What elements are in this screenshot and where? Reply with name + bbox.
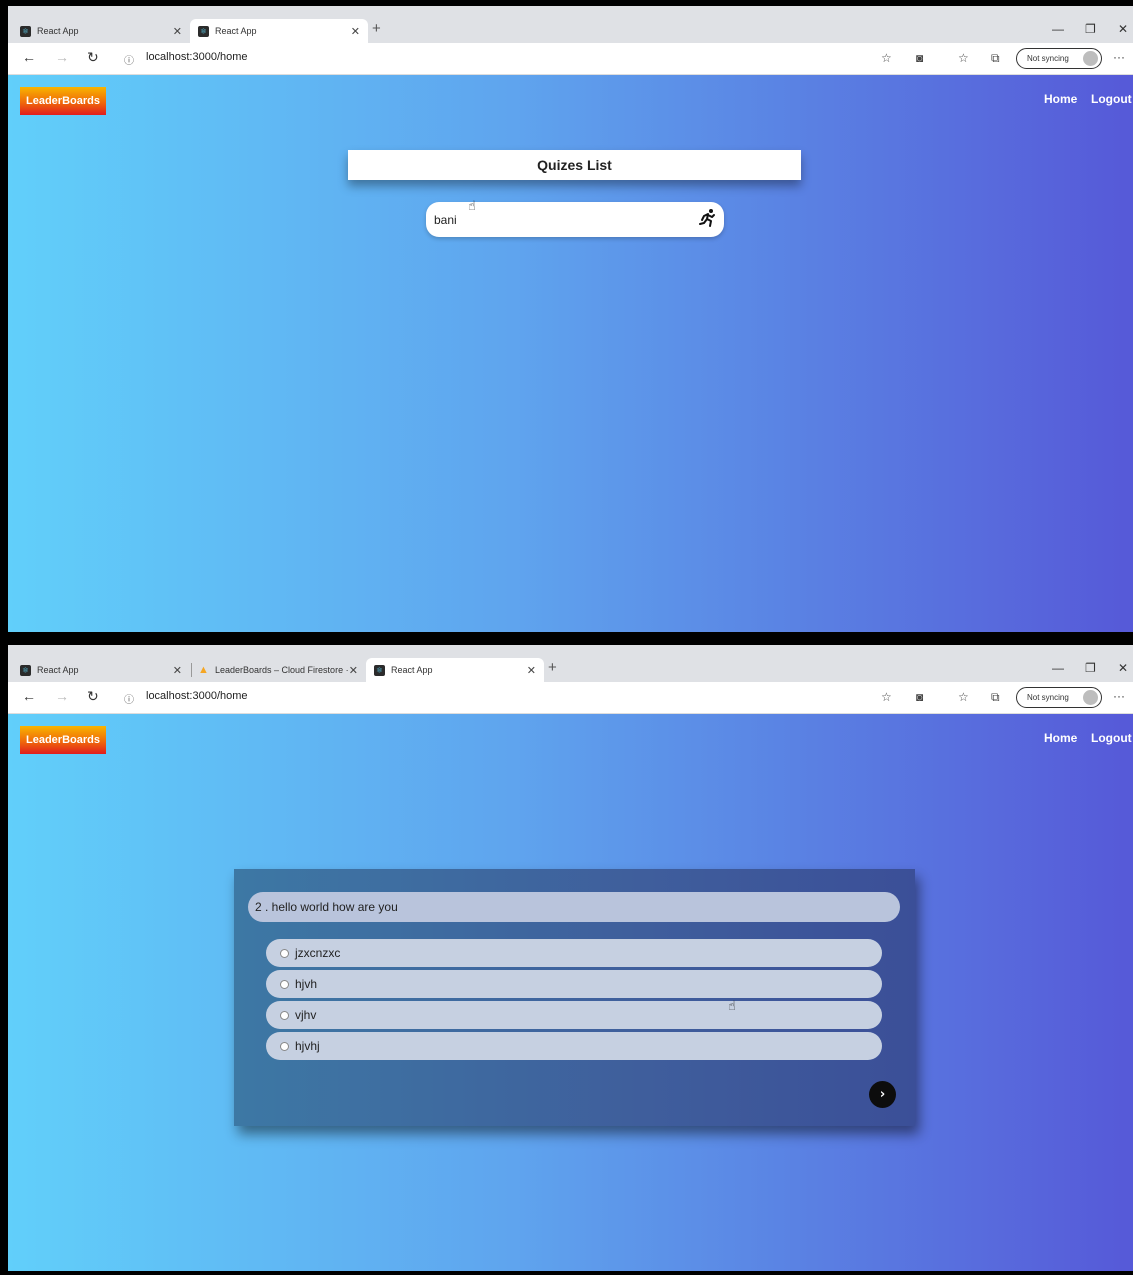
screenshot-icon[interactable]: ◙ [916, 51, 923, 65]
option-label: jzxcnzxc [295, 946, 341, 960]
tab-react-app-active[interactable]: ⚛ React App ✕ [366, 658, 544, 682]
tab-strip: ⚛ React App ✕ ⚛ React App ✕ + — ❐ ✕ [8, 6, 1133, 43]
nav-home-link[interactable]: Home [1044, 731, 1077, 745]
firebase-favicon-icon: ▲ [198, 664, 209, 676]
answer-option[interactable]: vjhv [266, 1001, 882, 1029]
radio-button[interactable] [280, 1041, 289, 1051]
answer-option[interactable]: jzxcnzxc [266, 939, 882, 967]
app-logo[interactable]: LeaderBoards [20, 87, 106, 115]
question-text: 2 . hello world how are you [248, 892, 900, 922]
profile-avatar-icon [1083, 51, 1098, 66]
minimize-icon[interactable]: — [1052, 661, 1064, 675]
option-label: hjvhj [295, 1039, 320, 1053]
tab-label: React App [215, 26, 257, 36]
chevron-right-icon: › [879, 1087, 886, 1102]
forward-icon[interactable]: → [55, 49, 69, 65]
screenshot-icon[interactable]: ◙ [916, 690, 923, 704]
close-window-icon[interactable]: ✕ [1118, 22, 1128, 36]
option-label: vjhv [295, 1008, 317, 1022]
nav-logout-link[interactable]: Logout [1091, 92, 1132, 106]
app-logo[interactable]: LeaderBoards [20, 726, 106, 754]
quiz-list-title: Quizes List [348, 150, 801, 180]
favorites-list-icon[interactable]: ☆ [958, 51, 969, 65]
back-icon[interactable]: ← [22, 688, 36, 704]
collections-icon[interactable]: ⧉ [991, 690, 1000, 705]
tab-label: React App [37, 26, 79, 36]
react-favicon-icon: ⚛ [20, 664, 31, 676]
address-bar: ← → ↻ ⓘ localhost:3000/home ☆ ◙ ☆ ⧉ Not … [8, 43, 1133, 75]
quiz-name: bani [434, 212, 457, 227]
react-favicon-icon: ⚛ [374, 664, 385, 676]
answer-option[interactable]: hjvhj [266, 1032, 882, 1060]
react-favicon-icon: ⚛ [198, 25, 209, 37]
close-window-icon[interactable]: ✕ [1118, 661, 1128, 675]
restore-icon[interactable]: ❐ [1085, 661, 1096, 675]
back-icon[interactable]: ← [22, 49, 36, 65]
profile-avatar-icon [1083, 690, 1098, 705]
tab-label: React App [37, 665, 79, 675]
nav-home-link[interactable]: Home [1044, 92, 1077, 106]
new-tab-icon[interactable]: + [372, 20, 381, 37]
tab-react-app[interactable]: ⚛ React App ✕ [12, 658, 192, 682]
site-info-icon[interactable]: ⓘ [124, 691, 134, 706]
sync-label: Not syncing [1027, 54, 1069, 63]
tab-react-app[interactable]: ⚛ React App ✕ [12, 19, 190, 43]
answer-option[interactable]: hjvh [266, 970, 882, 998]
site-info-icon[interactable]: ⓘ [124, 52, 134, 67]
hand-cursor-icon: ☝ [728, 999, 736, 1014]
running-person-icon[interactable] [698, 208, 716, 228]
collections-icon[interactable]: ⧉ [991, 51, 1000, 66]
browser-window-quiz-list: ⚛ React App ✕ ⚛ React App ✕ + — ❐ ✕ ← → … [8, 6, 1133, 632]
address-bar: ← → ↻ ⓘ localhost:3000/home ☆ ◙ ☆ ⧉ Not … [8, 682, 1133, 714]
sync-label: Not syncing [1027, 693, 1069, 702]
quiz-question-card: 2 . hello world how are you jzxcnzxc hjv… [234, 869, 915, 1126]
url-field[interactable]: localhost:3000/home [146, 690, 248, 702]
close-tab-icon[interactable]: ✕ [173, 25, 182, 38]
app-page: LeaderBoards Home Logout 2 . hello world… [8, 714, 1133, 1271]
radio-button[interactable] [280, 979, 289, 989]
close-tab-icon[interactable]: ✕ [349, 664, 358, 677]
favorites-list-icon[interactable]: ☆ [958, 690, 969, 704]
close-tab-icon[interactable]: ✕ [351, 25, 360, 38]
more-menu-icon[interactable]: ··· [1113, 689, 1125, 703]
sync-button[interactable]: Not syncing [1016, 687, 1102, 708]
favorite-star-icon[interactable]: ☆ [881, 690, 892, 704]
close-tab-icon[interactable]: ✕ [173, 664, 182, 677]
tab-cloud-firestore[interactable]: ▲ LeaderBoards – Cloud Firestore · ✕ [190, 658, 366, 682]
tab-strip: ⚛ React App ✕ ▲ LeaderBoards – Cloud Fir… [8, 645, 1133, 682]
close-tab-icon[interactable]: ✕ [527, 664, 536, 677]
tab-label: LeaderBoards – Cloud Firestore · [215, 665, 349, 675]
next-question-button[interactable]: › [869, 1081, 896, 1108]
tab-label: React App [391, 665, 433, 675]
favorite-star-icon[interactable]: ☆ [881, 51, 892, 65]
option-label: hjvh [295, 977, 318, 991]
new-tab-icon[interactable]: + [548, 659, 557, 676]
app-page: LeaderBoards Home Logout Quizes List ban… [8, 75, 1133, 632]
hand-cursor-icon: ☝ [468, 199, 476, 214]
tab-react-app-active[interactable]: ⚛ React App ✕ [190, 19, 368, 43]
minimize-icon[interactable]: — [1052, 22, 1064, 36]
browser-window-quiz-question: ⚛ React App ✕ ▲ LeaderBoards – Cloud Fir… [8, 645, 1133, 1271]
refresh-icon[interactable]: ↻ [87, 49, 99, 66]
forward-icon[interactable]: → [55, 688, 69, 704]
refresh-icon[interactable]: ↻ [87, 688, 99, 705]
restore-icon[interactable]: ❐ [1085, 22, 1096, 36]
url-field[interactable]: localhost:3000/home [146, 51, 248, 63]
nav-logout-link[interactable]: Logout [1091, 731, 1132, 745]
radio-button[interactable] [280, 1010, 289, 1020]
radio-button[interactable] [280, 948, 289, 958]
more-menu-icon[interactable]: ··· [1113, 50, 1125, 64]
react-favicon-icon: ⚛ [20, 25, 31, 37]
sync-button[interactable]: Not syncing [1016, 48, 1102, 69]
